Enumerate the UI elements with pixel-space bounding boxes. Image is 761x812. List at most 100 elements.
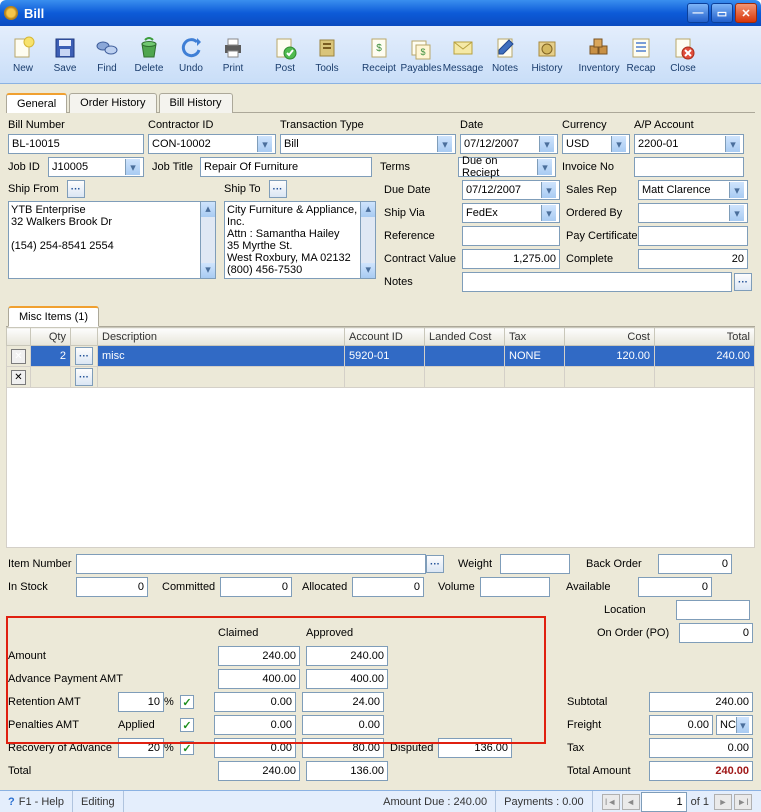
- sales-rep-combo[interactable]: Matt Clarence▾: [638, 180, 748, 200]
- row-delete-button[interactable]: ✕: [11, 349, 26, 364]
- allocated-input[interactable]: [352, 577, 424, 597]
- post-button[interactable]: Post: [264, 28, 306, 80]
- ship-via-combo[interactable]: FedEx▾: [462, 203, 560, 223]
- recovery-approved-input[interactable]: [302, 738, 384, 758]
- notes-input[interactable]: [462, 272, 732, 292]
- back-order-input[interactable]: [658, 554, 732, 574]
- save-button[interactable]: Save: [44, 28, 86, 80]
- inventory-button[interactable]: Inventory: [578, 28, 620, 80]
- contractor-id-combo[interactable]: CON-10002▾: [148, 134, 276, 154]
- nav-first-button[interactable]: I◄: [602, 794, 620, 810]
- nav-last-button[interactable]: ►I: [734, 794, 752, 810]
- date-combo[interactable]: 07/12/2007▾: [460, 134, 558, 154]
- find-button[interactable]: Find: [86, 28, 128, 80]
- close-button[interactable]: ✕: [735, 3, 757, 23]
- on-order-input[interactable]: [679, 623, 753, 643]
- committed-input[interactable]: [220, 577, 292, 597]
- history-button[interactable]: History: [526, 28, 568, 80]
- close-button[interactable]: Close: [662, 28, 704, 80]
- weight-input[interactable]: [500, 554, 570, 574]
- penalties-approved-input[interactable]: [302, 715, 384, 735]
- ship-to-lookup-button[interactable]: ···: [269, 180, 287, 198]
- col-tax[interactable]: Tax: [505, 328, 565, 346]
- penalties-claimed-input[interactable]: [214, 715, 296, 735]
- location-input[interactable]: [676, 600, 750, 620]
- item-number-lookup-button[interactable]: ···: [426, 555, 444, 573]
- reference-input[interactable]: [462, 226, 560, 246]
- new-button[interactable]: New: [2, 28, 44, 80]
- table-row[interactable]: ✕ ···: [7, 367, 755, 388]
- ap-account-combo[interactable]: 2200-01▾: [634, 134, 744, 154]
- complete-input[interactable]: [638, 249, 748, 269]
- retention-claimed-input[interactable]: [214, 692, 296, 712]
- ship-to-scrollbar[interactable]: ▴▾: [361, 201, 376, 279]
- receipt-button[interactable]: $Receipt: [358, 28, 400, 80]
- col-account-id[interactable]: Account ID: [345, 328, 425, 346]
- print-button[interactable]: Print: [212, 28, 254, 80]
- due-date-combo[interactable]: 07/12/2007▾: [462, 180, 560, 200]
- payables-button[interactable]: $Payables: [400, 28, 442, 80]
- tab-order-history[interactable]: Order History: [69, 93, 156, 113]
- transaction-type-combo[interactable]: Bill▾: [280, 134, 456, 154]
- maximize-button[interactable]: ▭: [711, 3, 733, 23]
- help-segment[interactable]: ? F1 - Help: [0, 791, 73, 812]
- job-title-input[interactable]: [200, 157, 372, 177]
- tax-input[interactable]: [649, 738, 753, 758]
- retention-approved-input[interactable]: [302, 692, 384, 712]
- subtotal-input[interactable]: [649, 692, 753, 712]
- freight-input[interactable]: [649, 715, 713, 735]
- recap-button[interactable]: Recap: [620, 28, 662, 80]
- recovery-claimed-input[interactable]: [214, 738, 296, 758]
- page-input[interactable]: [641, 792, 687, 812]
- amount-claimed-input[interactable]: [218, 646, 300, 666]
- table-row[interactable]: ✕2···misc5920-01NONE120.00240.00: [7, 346, 755, 367]
- ship-to-address[interactable]: [224, 201, 361, 279]
- advance-approved-input[interactable]: [306, 669, 388, 689]
- minimize-button[interactable]: —: [687, 3, 709, 23]
- currency-combo[interactable]: USD▾: [562, 134, 630, 154]
- col-landed-cost[interactable]: Landed Cost: [425, 328, 505, 346]
- amount-approved-input[interactable]: [306, 646, 388, 666]
- freight-code-combo[interactable]: NC▾: [716, 715, 753, 735]
- tab-misc-items[interactable]: Misc Items (1): [8, 306, 99, 327]
- undo-button[interactable]: Undo: [170, 28, 212, 80]
- row-delete-button[interactable]: ✕: [11, 370, 26, 385]
- retention-pct-input[interactable]: [118, 692, 164, 712]
- recovery-checkbox[interactable]: ✓: [180, 741, 194, 755]
- ship-from-lookup-button[interactable]: ···: [67, 180, 85, 198]
- tab-general[interactable]: General: [6, 93, 67, 113]
- terms-combo[interactable]: Due on Reciept▾: [458, 157, 556, 177]
- retention-checkbox[interactable]: ✓: [180, 695, 194, 709]
- volume-input[interactable]: [480, 577, 550, 597]
- total-approved-input[interactable]: [306, 761, 388, 781]
- advance-claimed-input[interactable]: [218, 669, 300, 689]
- row-lookup-button[interactable]: ···: [75, 347, 93, 365]
- row-lookup-button[interactable]: ···: [75, 368, 93, 386]
- job-id-combo[interactable]: J10005▾: [48, 157, 144, 177]
- ordered-by-combo[interactable]: ▾: [638, 203, 748, 223]
- ship-from-address[interactable]: [8, 201, 201, 279]
- total-claimed-input[interactable]: [218, 761, 300, 781]
- message-button[interactable]: Message: [442, 28, 484, 80]
- nav-prev-button[interactable]: ◄: [622, 794, 640, 810]
- item-number-input[interactable]: [76, 554, 426, 574]
- pay-certificate-input[interactable]: [638, 226, 748, 246]
- contract-value-input[interactable]: [462, 249, 560, 269]
- col-qty[interactable]: Qty: [31, 328, 71, 346]
- disputed-input[interactable]: [438, 738, 512, 758]
- ship-from-scrollbar[interactable]: ▴▾: [201, 201, 216, 279]
- invoice-no-input[interactable]: [634, 157, 744, 177]
- nav-next-button[interactable]: ►: [714, 794, 732, 810]
- recovery-pct-input[interactable]: [118, 738, 164, 758]
- bill-number-input[interactable]: [8, 134, 144, 154]
- penalties-checkbox[interactable]: ✓: [180, 718, 194, 732]
- col-description[interactable]: Description: [98, 328, 345, 346]
- notes-lookup-button[interactable]: ···: [734, 273, 752, 291]
- in-stock-input[interactable]: [76, 577, 148, 597]
- tools-button[interactable]: Tools: [306, 28, 348, 80]
- tab-bill-history[interactable]: Bill History: [159, 93, 233, 113]
- total-amount-input[interactable]: [649, 761, 753, 781]
- col-cost[interactable]: Cost: [565, 328, 655, 346]
- delete-button[interactable]: Delete: [128, 28, 170, 80]
- col-total[interactable]: Total: [655, 328, 755, 346]
